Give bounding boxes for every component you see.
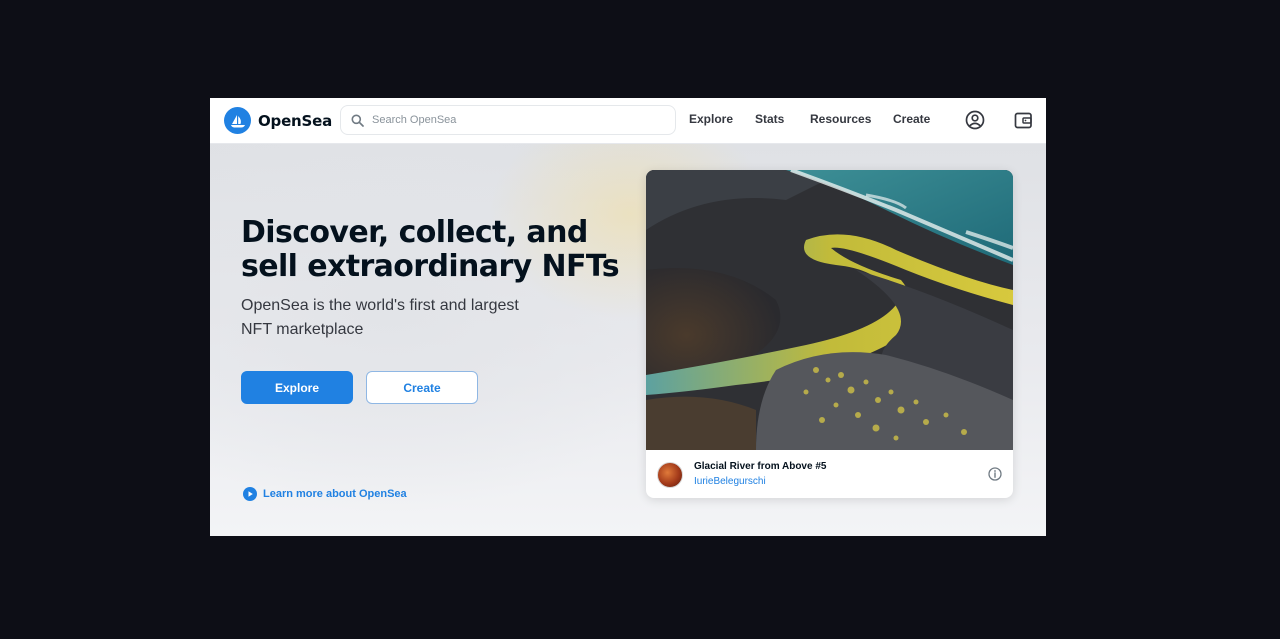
- wallet-icon[interactable]: [1012, 109, 1034, 131]
- search-bar[interactable]: [340, 105, 676, 135]
- nft-title[interactable]: Glacial River from Above #5: [694, 461, 826, 472]
- opensea-logo-icon: [224, 107, 251, 134]
- browser-window: OpenSea Explore Stats Resources Create: [210, 98, 1046, 536]
- learn-more-link[interactable]: Learn more about OpenSea: [243, 487, 407, 501]
- top-navbar: OpenSea Explore Stats Resources Create: [210, 98, 1046, 144]
- nav-resources[interactable]: Resources: [810, 112, 871, 126]
- search-input[interactable]: [372, 114, 662, 126]
- explore-button[interactable]: Explore: [241, 371, 353, 404]
- creator-avatar[interactable]: [657, 462, 683, 488]
- create-button[interactable]: Create: [366, 371, 478, 404]
- info-icon[interactable]: [988, 467, 1002, 481]
- featured-nft-image[interactable]: [646, 170, 1013, 450]
- nav-stats[interactable]: Stats: [755, 112, 784, 126]
- card-footer: Glacial River from Above #5 IurieBelegur…: [646, 450, 1013, 498]
- hero-section: Discover, collect, and sell extraordinar…: [210, 144, 1046, 536]
- featured-nft-card[interactable]: Glacial River from Above #5 IurieBelegur…: [646, 170, 1013, 498]
- profile-icon[interactable]: [964, 109, 986, 131]
- play-circle-icon: [243, 487, 257, 501]
- search-icon: [351, 114, 364, 127]
- hero-subhead: OpenSea is the world's first and largest…: [241, 297, 519, 338]
- hero-headline: Discover, collect, and sell extraordinar…: [241, 215, 620, 284]
- creator-name-link[interactable]: IurieBelegurschi: [694, 476, 766, 487]
- nav-create[interactable]: Create: [893, 112, 930, 126]
- nav-explore[interactable]: Explore: [689, 112, 733, 126]
- learn-more-label: Learn more about OpenSea: [263, 488, 407, 500]
- brand-name: OpenSea: [258, 111, 333, 130]
- brand-logo-link[interactable]: OpenSea: [224, 107, 332, 134]
